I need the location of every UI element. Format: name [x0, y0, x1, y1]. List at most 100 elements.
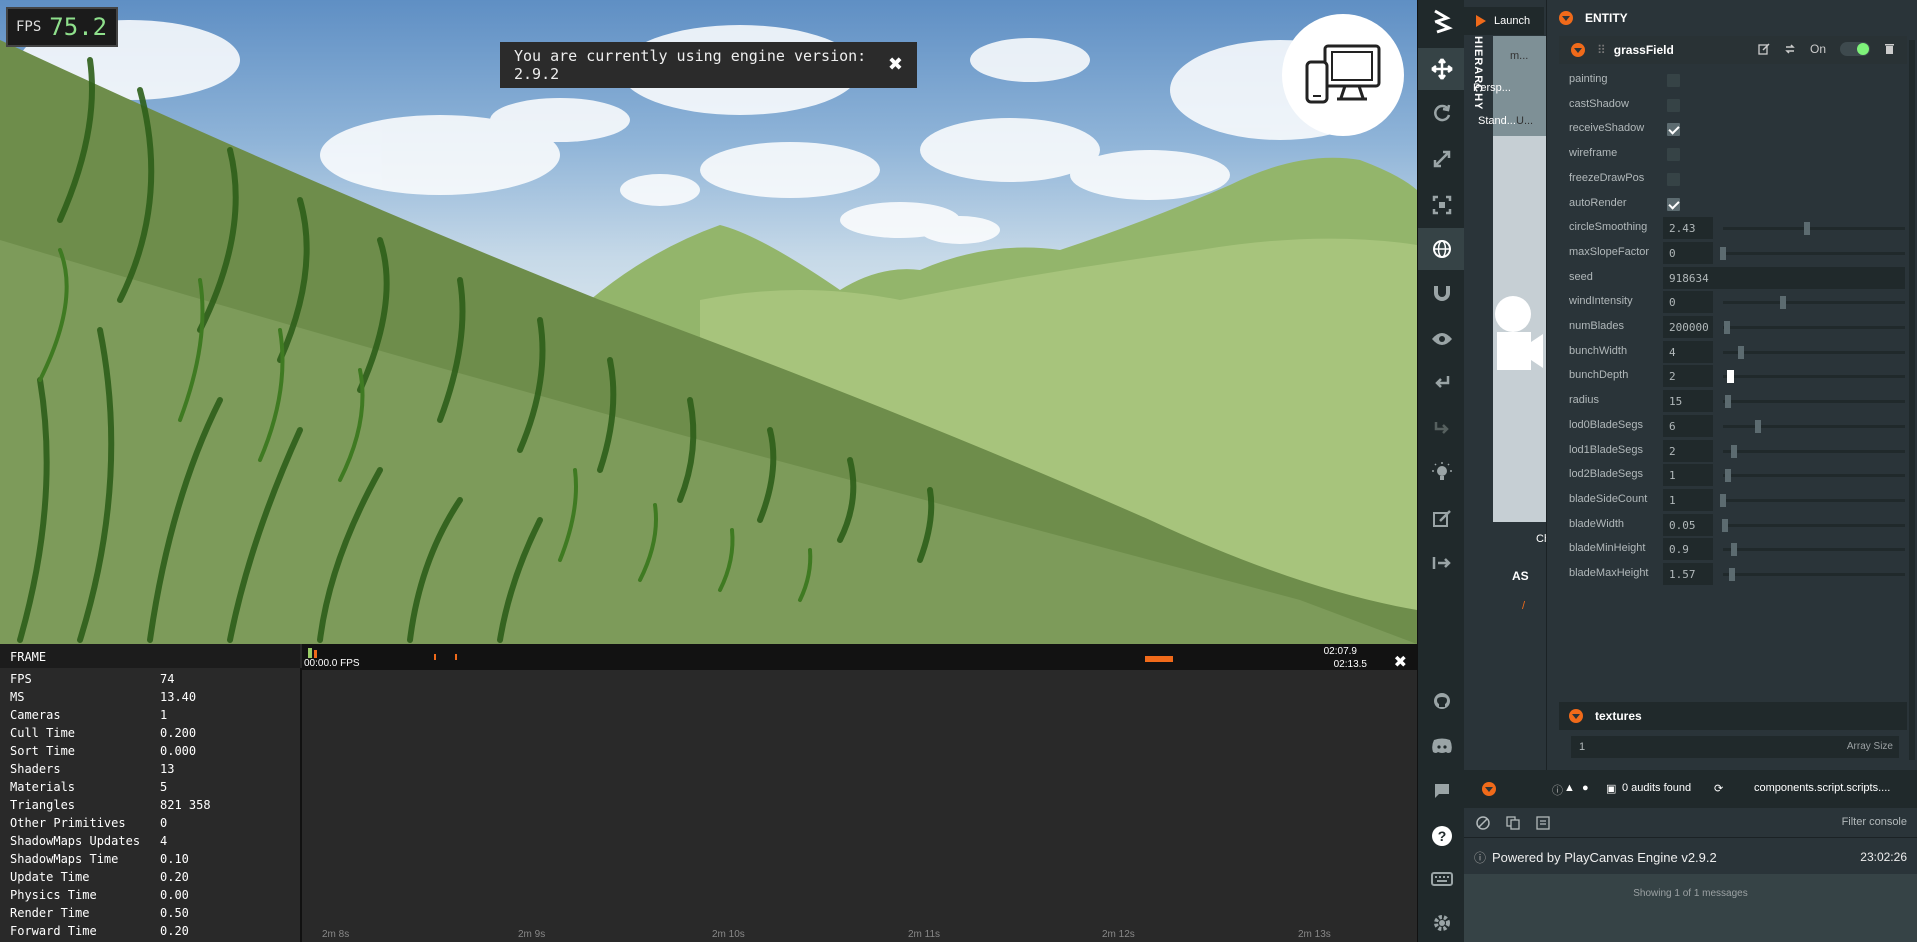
blademaxheight-slider[interactable] — [1723, 568, 1905, 581]
slider-handle[interactable] — [1729, 568, 1736, 581]
inspector-scrollbar[interactable] — [1909, 40, 1915, 760]
bunchdepth-slider[interactable] — [1723, 370, 1905, 383]
script-enabled-toggle[interactable] — [1840, 42, 1870, 56]
slider-handle[interactable] — [1720, 494, 1726, 507]
radius-slider[interactable] — [1723, 395, 1905, 408]
slider-handle[interactable] — [1738, 346, 1745, 359]
launch-button[interactable]: Launch — [1464, 7, 1544, 35]
array-size-field[interactable]: 1 Array Size — [1571, 736, 1899, 758]
bladewidth-input[interactable]: 0.05 — [1663, 514, 1713, 536]
maxslopefactor-input[interactable]: 0 — [1663, 242, 1713, 264]
slider-handle[interactable] — [1723, 321, 1730, 334]
render-mode-label[interactable]: Stand... — [1478, 115, 1516, 127]
maxslopefactor-slider[interactable] — [1720, 247, 1905, 260]
bladesidecount-slider[interactable] — [1720, 494, 1905, 507]
attribute-numblades: numBlades 200000 — [1559, 315, 1907, 339]
numblades-slider[interactable] — [1723, 321, 1905, 334]
shortcuts-button[interactable] — [1418, 858, 1465, 900]
castshadow-checkbox[interactable] — [1667, 99, 1680, 112]
lightmapper-button[interactable] — [1418, 452, 1465, 494]
viewport[interactable]: FPS 75.2 You are currently using engine … — [0, 0, 1417, 644]
numblades-input[interactable]: 200000 — [1663, 316, 1713, 338]
clear-console-icon[interactable] — [1476, 816, 1490, 830]
copy-icon[interactable] — [1506, 816, 1520, 830]
redo-button[interactable] — [1418, 408, 1465, 450]
blademinheight-input[interactable]: 0.9 — [1663, 538, 1713, 560]
stats-close-button[interactable]: ✖ — [1394, 652, 1407, 671]
attribute-label: bladeMinHeight — [1569, 542, 1646, 554]
seed-input[interactable]: 918634 — [1663, 267, 1905, 289]
drag-handle-icon[interactable]: ⠿ — [1597, 43, 1606, 57]
radius-input[interactable]: 15 — [1663, 390, 1713, 412]
slider-handle[interactable] — [1730, 543, 1737, 556]
slider-handle[interactable] — [1720, 247, 1726, 260]
slider-handle[interactable] — [1730, 445, 1737, 458]
device-preview-button[interactable] — [1282, 14, 1404, 136]
help-button[interactable]: ? — [1418, 815, 1465, 857]
rotate-tool[interactable] — [1418, 92, 1465, 134]
camera-mode-label[interactable]: Persp... — [1473, 82, 1511, 94]
console-message[interactable]: ⓘ Powered by PlayCanvas Engine v2.9.2 23… — [1464, 838, 1917, 874]
lod1bladesegs-input[interactable]: 2 — [1663, 440, 1713, 462]
lod2bladesegs-input[interactable]: 1 — [1663, 464, 1713, 486]
lod2bladesegs-slider[interactable] — [1723, 469, 1905, 482]
slider-handle[interactable] — [1721, 519, 1728, 532]
info-icon[interactable]: ⓘ — [1552, 782, 1563, 798]
error-icon[interactable]: ● — [1582, 782, 1589, 794]
blademaxheight-input[interactable]: 1.57 — [1663, 563, 1713, 585]
discord-button[interactable] — [1418, 725, 1465, 767]
entity-header[interactable]: ENTITY — [1547, 4, 1917, 32]
snap-toggle[interactable] — [1418, 272, 1465, 314]
timeline[interactable]: 00:00.0 FPS 02:07.9 02:13.5 ✖ 2m 8s 2m 9… — [302, 644, 1417, 942]
assets-root-folder[interactable]: / — [1522, 600, 1525, 612]
windintensity-slider[interactable] — [1723, 296, 1905, 309]
translate-tool[interactable] — [1418, 48, 1465, 90]
slider-handle[interactable] — [1725, 395, 1732, 408]
wireframe-checkbox[interactable] — [1667, 148, 1680, 161]
slider-handle[interactable] — [1780, 296, 1787, 309]
playcanvas-logo[interactable] — [1418, 0, 1465, 42]
code-editor-button[interactable] — [1418, 498, 1465, 540]
refresh-icon[interactable]: ⟳ — [1714, 782, 1723, 795]
undo-button[interactable] — [1418, 362, 1465, 404]
autorender-checkbox[interactable] — [1667, 198, 1680, 211]
world-space-toggle[interactable] — [1418, 228, 1465, 270]
trash-icon[interactable] — [1884, 43, 1895, 55]
circlesmoothing-slider[interactable] — [1723, 222, 1905, 235]
slider-handle[interactable] — [1803, 222, 1810, 235]
forum-button[interactable] — [1418, 770, 1465, 812]
receiveshadow-checkbox[interactable] — [1667, 123, 1680, 136]
lod1bladesegs-slider[interactable] — [1723, 445, 1905, 458]
warning-icon[interactable]: ▲ — [1564, 782, 1575, 794]
filter-console-input[interactable]: Filter console — [1842, 816, 1907, 828]
circlesmoothing-input[interactable]: 2.43 — [1663, 217, 1713, 239]
bladesidecount-input[interactable]: 1 — [1663, 489, 1713, 511]
console-path[interactable]: components.script.scripts.... — [1754, 782, 1890, 794]
bunchdepth-input[interactable]: 2 — [1663, 365, 1713, 387]
bunchwidth-slider[interactable] — [1723, 346, 1905, 359]
textures-header[interactable]: textures — [1559, 702, 1907, 730]
scale-tool[interactable] — [1418, 138, 1465, 180]
settings-button[interactable] — [1418, 902, 1465, 942]
slider-handle[interactable] — [1725, 469, 1732, 482]
script-header[interactable]: ⠿ grassField On — [1559, 36, 1907, 64]
focus-button[interactable] — [1418, 318, 1465, 360]
slider-handle[interactable] — [1727, 370, 1735, 383]
slider-handle[interactable] — [1754, 420, 1761, 433]
painting-checkbox[interactable] — [1667, 74, 1680, 87]
console-collapse-icon[interactable] — [1482, 782, 1496, 796]
windintensity-input[interactable]: 0 — [1663, 291, 1713, 313]
log-icon[interactable] — [1536, 816, 1550, 830]
reload-script-icon[interactable] — [1784, 43, 1796, 55]
bunchwidth-input[interactable]: 4 — [1663, 341, 1713, 363]
edit-script-icon[interactable] — [1758, 43, 1770, 55]
bladewidth-slider[interactable] — [1721, 519, 1905, 532]
resize-tool[interactable] — [1418, 184, 1465, 226]
lod0bladesegs-input[interactable]: 6 — [1663, 415, 1713, 437]
publish-button[interactable] — [1418, 542, 1465, 584]
toast-close-button[interactable]: ✖ — [888, 54, 903, 75]
github-button[interactable] — [1418, 680, 1465, 722]
blademinheight-slider[interactable] — [1723, 543, 1905, 556]
freezedrawpos-checkbox[interactable] — [1667, 173, 1680, 186]
lod0bladesegs-slider[interactable] — [1723, 420, 1905, 433]
